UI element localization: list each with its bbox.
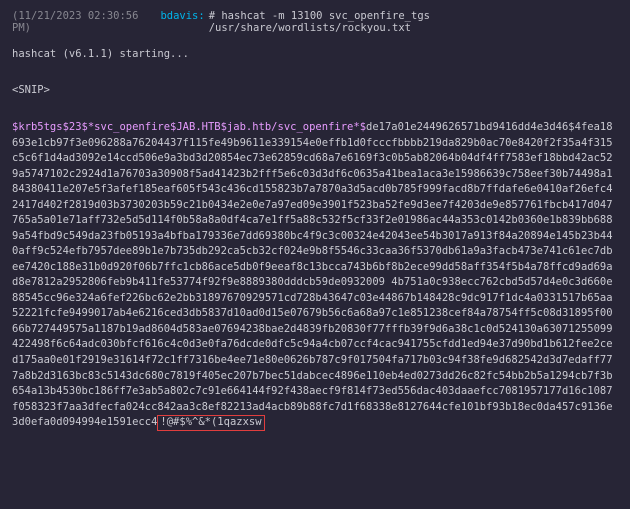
snip-marker: <SNIP> [12, 84, 618, 96]
cracked-password: !@#$%^&*(1qazxsw [157, 415, 264, 431]
hashcat-starting-line: hashcat (v6.1.1) starting... [12, 48, 618, 60]
timestamp: (11/21/2023 02:30:56 PM) [12, 10, 156, 34]
hash-prefix: $krb5tgs$23$*svc_openfire$JAB.HTB$jab.ht… [12, 121, 360, 133]
shell-command: # hashcat -m 13100 svc_openfire_tgs /usr… [209, 10, 618, 34]
command-line: (11/21/2023 02:30:56 PM) bdavis: # hashc… [12, 10, 618, 34]
hash-output-block: $krb5tgs$23$*svc_openfire$JAB.HTB$jab.ht… [12, 120, 618, 431]
hash-hex: de17a01e2449626571bd9416dd4e3d46$4fea186… [12, 121, 613, 428]
terminal-output: (11/21/2023 02:30:56 PM) bdavis: # hashc… [0, 0, 630, 509]
username: bdavis: [160, 10, 204, 34]
